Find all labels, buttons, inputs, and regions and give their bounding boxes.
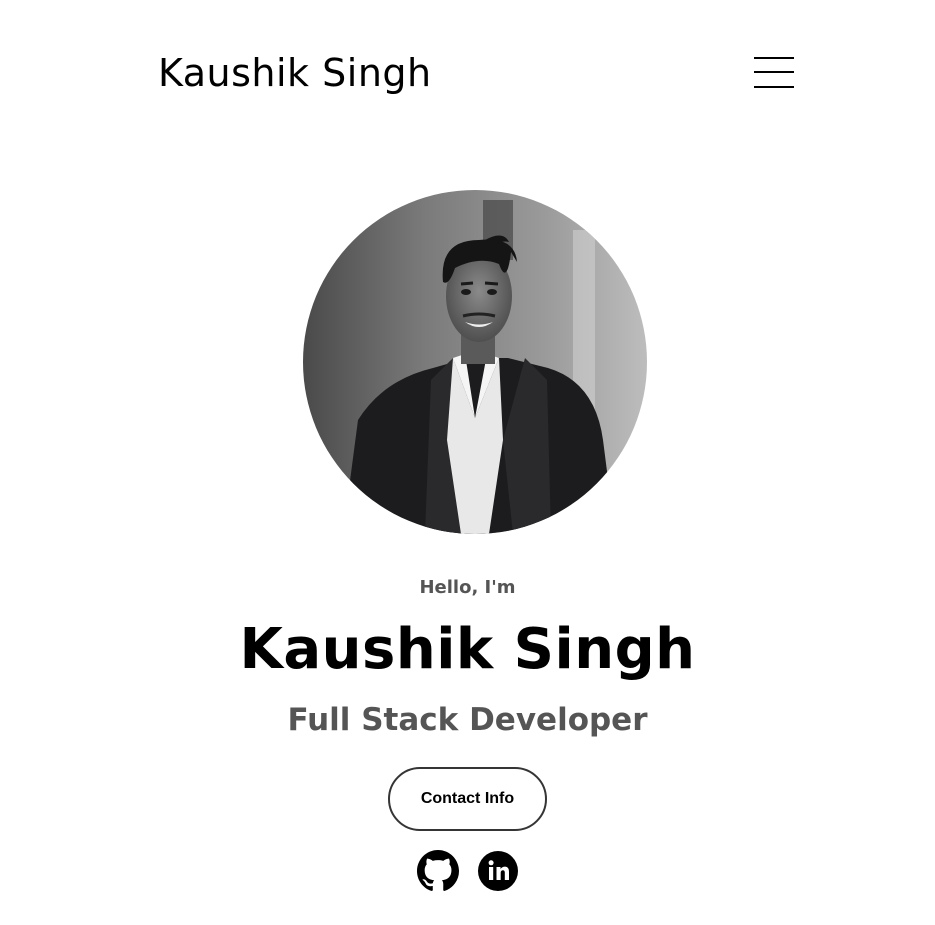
social-links <box>0 850 935 892</box>
menu-line <box>754 71 794 73</box>
linkedin-icon[interactable] <box>477 850 519 892</box>
hamburger-menu-icon[interactable] <box>754 57 794 89</box>
profile-photo-image <box>303 190 647 534</box>
github-icon[interactable] <box>416 850 459 892</box>
site-logo[interactable]: Kaushik Singh <box>158 50 432 96</box>
hero-greeting: Hello, I'm <box>419 577 516 598</box>
menu-line <box>754 86 794 88</box>
hero-name: Kaushik Singh <box>239 617 696 682</box>
hero-role: Full Stack Developer <box>287 702 648 738</box>
hero-actions: Contact Info <box>0 767 935 831</box>
contact-info-button[interactable]: Contact Info <box>388 767 547 831</box>
profile-photo <box>303 190 647 534</box>
top-nav: Kaushik Singh <box>0 0 935 150</box>
menu-line <box>754 57 794 59</box>
